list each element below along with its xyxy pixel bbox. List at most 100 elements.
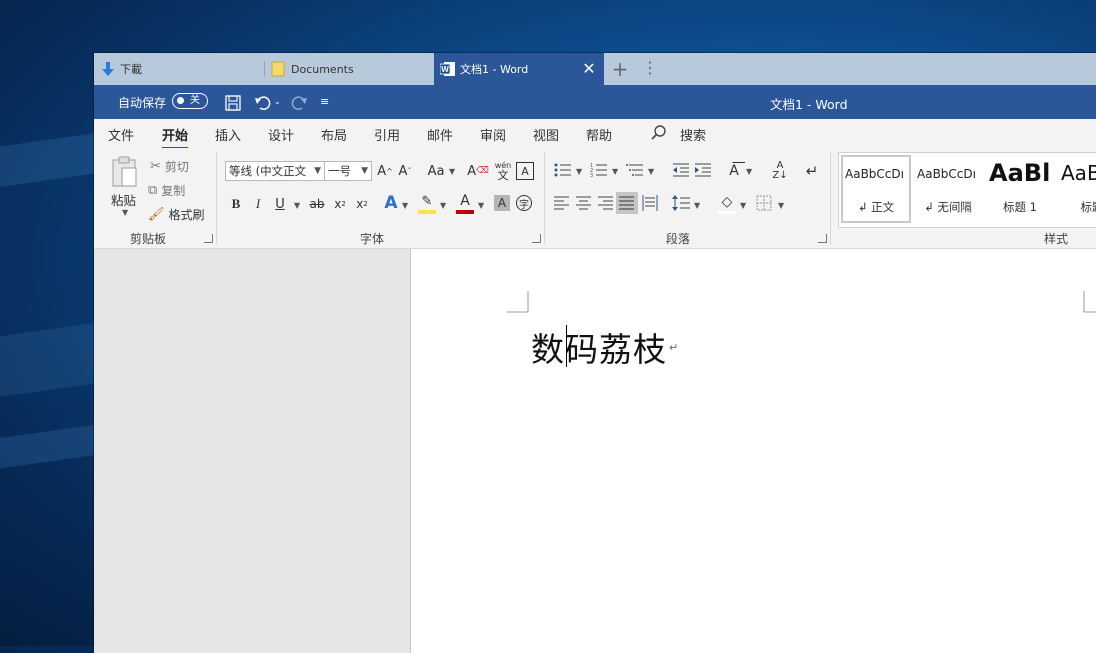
superscript-icon[interactable]: x2 xyxy=(354,194,370,214)
character-shading-icon[interactable]: A xyxy=(494,195,510,211)
tab-bar: 下載 Documents W 文档1 - Word ✕ + ⋮ xyxy=(94,53,1096,85)
chevron-down-icon: ▼ xyxy=(314,166,321,176)
tab-view[interactable]: 视图 xyxy=(533,125,559,144)
enclose-characters-icon[interactable]: 字 xyxy=(516,195,532,211)
font-color-dropdown-icon[interactable]: ▼ xyxy=(478,201,484,210)
font-launcher-icon[interactable] xyxy=(532,234,541,243)
crop-mark xyxy=(1083,291,1096,313)
distributed-icon[interactable] xyxy=(642,195,658,211)
line-spacing-icon[interactable] xyxy=(672,195,690,211)
tab-review[interactable]: 审阅 xyxy=(480,125,506,144)
text-direction-dropdown-icon[interactable]: ▼ xyxy=(746,167,752,176)
document-body-text[interactable]: 数码荔枝 xyxy=(531,323,667,371)
borders-icon[interactable] xyxy=(756,195,772,211)
autosave-state: 关 xyxy=(190,95,200,106)
shading-dropdown-icon[interactable]: ▼ xyxy=(740,201,746,210)
phonetic-guide-button[interactable]: wén 文 xyxy=(493,159,513,183)
search-label[interactable]: 搜索 xyxy=(680,125,706,144)
style-heading-1[interactable]: AaBl 标题 1 xyxy=(985,155,1055,223)
justify-button[interactable] xyxy=(616,192,638,214)
clear-formatting-icon[interactable]: A ⌫ xyxy=(467,161,489,181)
tab-word-document[interactable]: W 文档1 - Word ✕ xyxy=(434,53,604,85)
tab-menu-icon[interactable]: ⋮ xyxy=(642,57,658,81)
undo-dropdown-icon[interactable]: ⌄ xyxy=(274,93,281,111)
bullets-icon[interactable] xyxy=(554,162,572,178)
numbering-icon[interactable]: 1 2 3 xyxy=(590,162,608,178)
multilevel-dropdown-icon[interactable]: ▼ xyxy=(648,167,654,176)
paste-button[interactable]: 粘贴 xyxy=(111,190,136,209)
sort-icon[interactable]: A Z↓ xyxy=(770,159,790,183)
line-spacing-dropdown-icon[interactable]: ▼ xyxy=(694,201,700,210)
show-paragraph-marks-icon[interactable]: ↵ xyxy=(802,161,822,181)
highlight-dropdown-icon[interactable]: ▼ xyxy=(440,201,446,210)
bold-icon[interactable]: B xyxy=(228,194,244,214)
borders-dropdown-icon[interactable]: ▼ xyxy=(778,201,784,210)
font-size-dropdown[interactable]: 一号 ▼ xyxy=(324,161,372,181)
tab-layout[interactable]: 布局 xyxy=(321,125,347,144)
tab-help[interactable]: 帮助 xyxy=(586,125,612,144)
text-direction-icon[interactable]: A͞ xyxy=(724,161,744,181)
italic-icon[interactable]: I xyxy=(250,194,266,214)
style-no-spacing[interactable]: AaBbCcDı ↲ 无间隔 xyxy=(913,155,983,223)
format-painter-button[interactable]: 🖌 格式刷 xyxy=(148,206,205,223)
change-case-button[interactable]: Aa xyxy=(424,161,448,181)
search-icon[interactable] xyxy=(650,124,668,142)
new-tab-icon[interactable]: + xyxy=(608,57,632,81)
word-icon: W xyxy=(440,62,455,76)
tab-documents[interactable]: Documents xyxy=(265,53,433,85)
paste-icon[interactable] xyxy=(110,156,140,188)
tab-downloads[interactable]: 下載 xyxy=(94,53,264,85)
document-page[interactable]: 数码荔枝 ↵ xyxy=(410,249,1096,653)
crop-mark xyxy=(507,291,529,313)
cut-button[interactable]: ✂ 剪切 xyxy=(150,158,189,175)
autosave-toggle[interactable]: 关 xyxy=(172,93,208,109)
character-border-icon[interactable]: A xyxy=(516,162,534,180)
numbering-dropdown-icon[interactable]: ▼ xyxy=(612,167,618,176)
customize-toolbar-icon[interactable]: ≡ xyxy=(320,93,329,111)
underline-dropdown-icon[interactable]: ▼ xyxy=(294,201,300,210)
tab-file[interactable]: 文件 xyxy=(108,125,134,144)
paragraph-group-label: 段落 xyxy=(666,232,691,246)
strikethrough-icon[interactable]: ab xyxy=(308,194,326,214)
text-effects-dropdown-icon[interactable]: ▼ xyxy=(402,201,408,210)
style-normal[interactable]: AaBbCcDı ↲ 正文 xyxy=(841,155,911,223)
tab-design[interactable]: 设计 xyxy=(268,125,294,144)
undo-icon[interactable] xyxy=(254,94,272,112)
align-left-icon[interactable] xyxy=(554,196,570,210)
redo-icon[interactable] xyxy=(290,94,308,112)
paragraph-launcher-icon[interactable] xyxy=(818,234,827,243)
text-effects-icon[interactable]: A xyxy=(382,192,400,214)
align-center-icon[interactable] xyxy=(576,196,592,210)
copy-button[interactable]: ⧉ 复制 xyxy=(148,182,185,199)
clipboard-launcher-icon[interactable] xyxy=(204,234,213,243)
copy-icon: ⧉ xyxy=(148,183,158,198)
change-case-dropdown-icon[interactable]: ▼ xyxy=(449,167,455,176)
highlight-icon[interactable]: ✎ xyxy=(418,192,436,214)
underline-icon[interactable]: U xyxy=(272,194,288,214)
save-icon[interactable] xyxy=(224,94,242,112)
multilevel-list-icon[interactable] xyxy=(626,162,644,178)
download-arrow-icon xyxy=(102,62,114,76)
subscript-icon[interactable]: x2 xyxy=(332,194,348,214)
tab-references[interactable]: 引用 xyxy=(374,125,400,144)
grow-font-icon[interactable]: A ^ xyxy=(376,161,394,181)
increase-indent-icon[interactable] xyxy=(694,162,712,178)
align-right-icon[interactable] xyxy=(598,196,614,210)
tab-mailings[interactable]: 邮件 xyxy=(427,125,453,144)
shading-icon[interactable]: ◇ xyxy=(718,192,736,214)
paste-dropdown-icon[interactable]: ▼ xyxy=(122,208,128,217)
font-color-icon[interactable]: A xyxy=(456,192,474,214)
font-name-dropdown[interactable]: 等线 (中文正文 ▼ xyxy=(225,161,325,181)
close-tab-icon[interactable]: ✕ xyxy=(580,60,598,78)
copy-label: 复制 xyxy=(161,184,186,198)
pinyin-char-label: 文 xyxy=(497,169,509,182)
tab-insert[interactable]: 插入 xyxy=(215,125,241,144)
autosave-label: 自动保存 xyxy=(118,96,167,110)
style-title[interactable]: AaB 标题 xyxy=(1057,155,1096,223)
bullets-dropdown-icon[interactable]: ▼ xyxy=(576,167,582,176)
clipboard-group-label: 剪贴板 xyxy=(130,232,167,246)
tab-label: 下載 xyxy=(120,63,142,76)
tab-home[interactable]: 开始 xyxy=(162,125,189,150)
decrease-indent-icon[interactable] xyxy=(672,162,690,178)
shrink-font-icon[interactable]: Aˇ xyxy=(396,161,414,181)
